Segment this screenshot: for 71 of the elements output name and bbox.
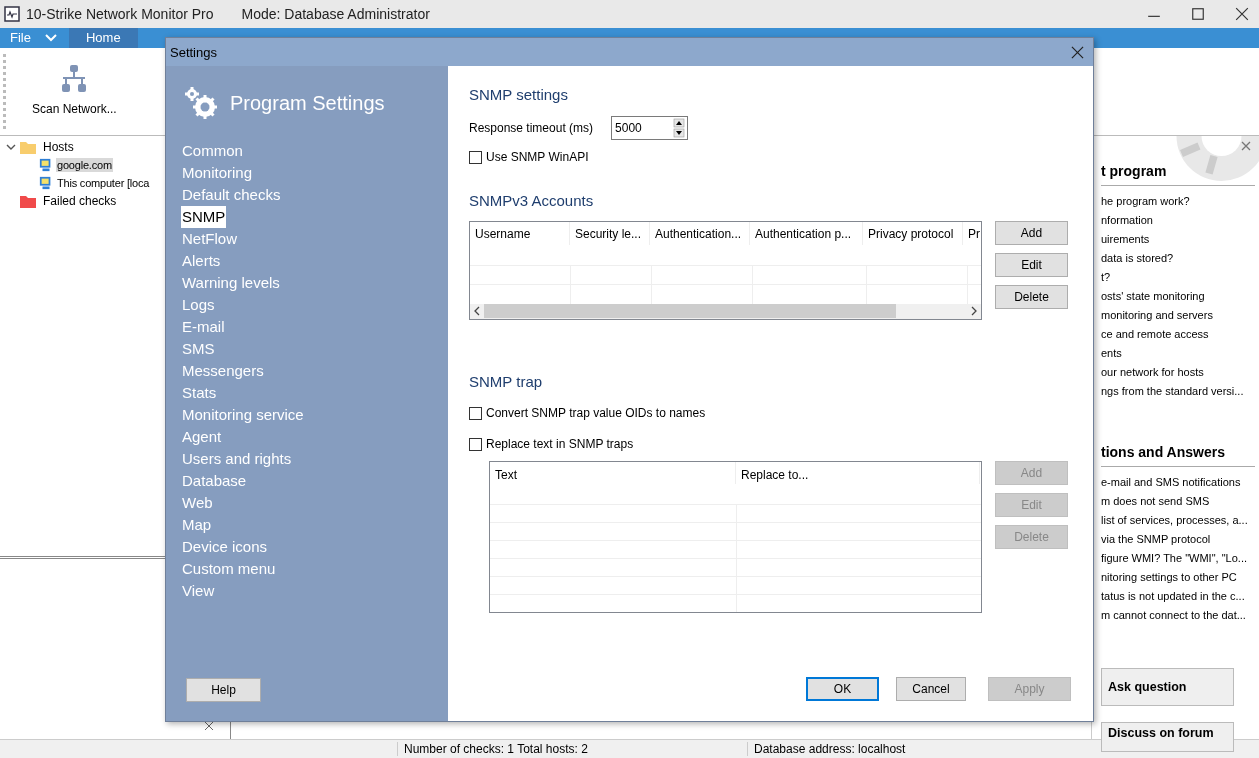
- help-link[interactable]: figure WMI? The "WMI", "Lo...: [1101, 549, 1255, 568]
- app-icon: [4, 6, 20, 22]
- help-link[interactable]: e-mail and SMS notifications: [1101, 473, 1255, 492]
- help-link[interactable]: list of services, processes, a...: [1101, 511, 1255, 530]
- checkbox-label: Convert SNMP trap value OIDs to names: [486, 406, 706, 420]
- column-header[interactable]: Authentication p...: [750, 222, 863, 246]
- help-link[interactable]: tatus is not updated in the c...: [1101, 587, 1255, 606]
- help-link[interactable]: ents: [1101, 344, 1255, 363]
- help-button[interactable]: Help: [186, 678, 261, 702]
- chevron-down-icon[interactable]: [44, 34, 57, 42]
- help-link[interactable]: m cannot connect to the dat...: [1101, 606, 1255, 625]
- table-action-button[interactable]: Add: [995, 221, 1068, 245]
- dialog-button[interactable]: Cancel: [896, 677, 966, 701]
- tree-item[interactable]: This computer [loca: [56, 176, 151, 190]
- help-link[interactable]: t?: [1101, 268, 1255, 287]
- status-text: Database address: localhost: [747, 742, 1254, 756]
- close-icon[interactable]: [1235, 7, 1249, 21]
- folder-icon: [20, 194, 36, 208]
- column-header[interactable]: Authentication...: [650, 222, 750, 246]
- column-header[interactable]: Privacy protocol: [863, 222, 963, 246]
- discuss-forum-button[interactable]: Discuss on forum: [1101, 722, 1234, 752]
- close-icon[interactable]: [1071, 45, 1084, 59]
- checkbox[interactable]: [469, 150, 482, 164]
- gears-icon: [184, 86, 218, 120]
- dialog-title: Settings: [170, 44, 217, 60]
- tree-item[interactable]: Hosts: [40, 139, 77, 155]
- mode-label: Mode: Database Administrator: [241, 6, 430, 22]
- app-title: 10-Strike Network Monitor Pro: [26, 6, 214, 22]
- help-link[interactable]: ce and remote access: [1101, 325, 1255, 344]
- table-action-button[interactable]: Edit: [995, 253, 1068, 277]
- expand-caret-icon[interactable]: [6, 142, 16, 152]
- checkbox-label: Replace text in SNMP traps: [486, 437, 634, 451]
- section-heading: t program: [1101, 163, 1255, 186]
- section-heading: tions and Answers: [1101, 444, 1255, 467]
- table-action-button[interactable]: Delete: [995, 285, 1068, 309]
- help-link[interactable]: data is stored?: [1101, 249, 1255, 268]
- help-link[interactable]: nitoring settings to other PC: [1101, 568, 1255, 587]
- checkbox[interactable]: [469, 437, 482, 451]
- tree-item[interactable]: google.com: [56, 158, 113, 172]
- column-header[interactable]: Text: [490, 462, 736, 484]
- help-link[interactable]: m does not send SMS: [1101, 492, 1255, 511]
- scan-network-button[interactable]: Scan Network...: [12, 48, 137, 135]
- settings-heading: Program Settings: [230, 91, 385, 115]
- section-heading: SNMP settings: [469, 86, 568, 103]
- section-heading: SNMP trap: [469, 373, 543, 390]
- help-link[interactable]: our network for hosts: [1101, 363, 1255, 382]
- section-heading: SNMPv3 Accounts: [469, 192, 594, 209]
- help-link[interactable]: monitoring and servers: [1101, 306, 1255, 325]
- help-link[interactable]: uirements: [1101, 230, 1255, 249]
- help-link[interactable]: via the SNMP protocol: [1101, 530, 1255, 549]
- checkbox[interactable]: [469, 406, 482, 420]
- maximize-icon[interactable]: [1191, 7, 1205, 21]
- horizontal-scrollbar[interactable]: [470, 303, 981, 319]
- help-link[interactable]: ngs from the standard versi...: [1101, 382, 1255, 401]
- column-header[interactable]: Replace to...: [736, 462, 980, 484]
- column-header[interactable]: Username: [470, 222, 570, 246]
- column-header[interactable]: Pr: [963, 222, 981, 246]
- status-text: Number of checks: 1 Total hosts: 2: [397, 742, 747, 756]
- field-label: Response timeout (ms): [469, 121, 594, 135]
- ask-question-button[interactable]: Ask question: [1101, 668, 1234, 706]
- help-link[interactable]: osts' state monitoring: [1101, 287, 1255, 306]
- dialog-button[interactable]: OK: [806, 677, 879, 701]
- folder-icon: [20, 140, 36, 154]
- column-header[interactable]: Security le...: [570, 222, 650, 246]
- menu-tab[interactable]: Home: [68, 28, 138, 48]
- help-link[interactable]: nformation: [1101, 211, 1255, 230]
- nav-item[interactable]: SNMP: [181, 206, 227, 228]
- checkbox-label: Use SNMP WinAPI: [486, 150, 589, 164]
- tree-item[interactable]: Failed checks: [40, 193, 120, 209]
- close-icon[interactable]: [204, 721, 214, 731]
- help-link[interactable]: he program work?: [1101, 192, 1255, 211]
